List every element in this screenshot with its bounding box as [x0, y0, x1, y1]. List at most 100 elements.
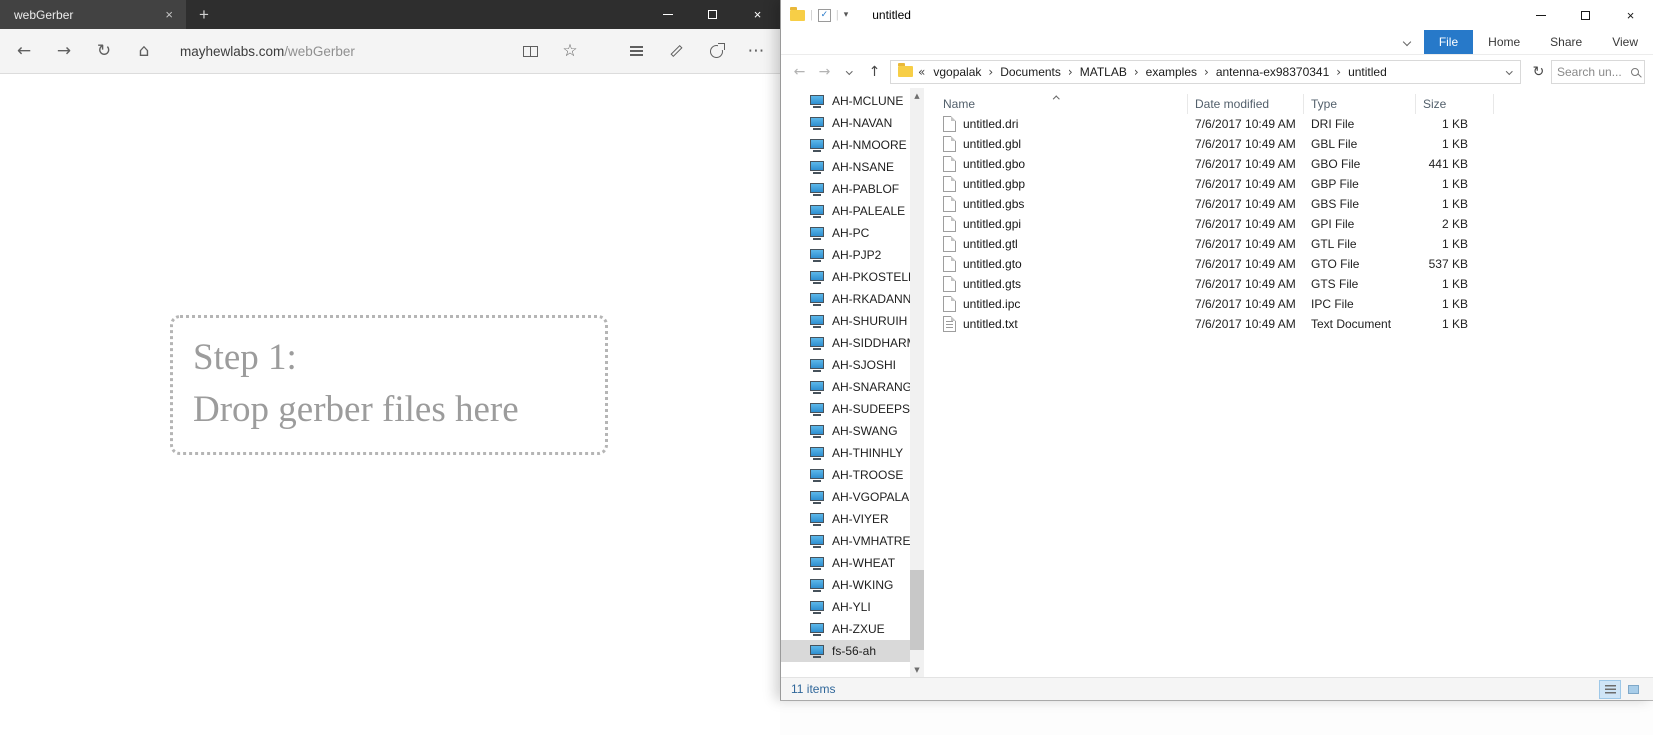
tree-item[interactable]: AH-SUDEEPSH — [781, 398, 910, 420]
browser-close-button[interactable]: × — [735, 0, 780, 29]
ribbon-tab[interactable]: Share — [1535, 30, 1597, 54]
more-button[interactable]: ⋯ — [736, 31, 776, 71]
tree-item[interactable]: AH-WKING — [781, 574, 910, 596]
file-name: untitled.gbl — [963, 137, 1021, 151]
file-row[interactable]: untitled.txt 7/6/2017 10:49 AM Text Docu… — [936, 314, 1653, 334]
breadcrumb-bar[interactable]: « vgopalak › Documents › MATLAB › exampl… — [890, 60, 1521, 84]
details-view-button[interactable] — [1600, 681, 1620, 698]
gerber-dropzone[interactable]: Step 1: Drop gerber files here — [170, 315, 608, 455]
ribbon-tab[interactable]: Home — [1473, 30, 1535, 54]
file-row[interactable]: untitled.gpi 7/6/2017 10:49 AM GPI File … — [936, 214, 1653, 234]
nav-forward-button[interactable]: → — [812, 59, 837, 84]
computer-icon — [809, 139, 825, 152]
file-size: 1 KB — [1416, 297, 1494, 311]
tree-item[interactable]: AH-PALEALE — [781, 200, 910, 222]
home-button[interactable]: ⌂ — [124, 31, 164, 71]
browser-minimize-button[interactable] — [645, 0, 690, 29]
tree-item[interactable]: AH-VMHATRE — [781, 530, 910, 552]
refresh-button[interactable]: ↻ — [84, 31, 124, 71]
address-bar[interactable]: mayhewlabs.com/webGerber — [164, 44, 510, 59]
breadcrumb-item[interactable]: untitled — [1345, 63, 1390, 81]
column-header-name[interactable]: Name — [936, 94, 1188, 114]
tree-item[interactable]: AH-SIDDHARM1 — [781, 332, 910, 354]
file-row[interactable]: untitled.gts 7/6/2017 10:49 AM GTS File … — [936, 274, 1653, 294]
file-row[interactable]: untitled.ipc 7/6/2017 10:49 AM IPC File … — [936, 294, 1653, 314]
file-row[interactable]: untitled.gbp 7/6/2017 10:49 AM GBP File … — [936, 174, 1653, 194]
scroll-up-button[interactable]: ▲ — [910, 88, 924, 103]
tree-item[interactable]: AH-VGOPALAK — [781, 486, 910, 508]
tree-item[interactable]: AH-TROOSE — [781, 464, 910, 486]
new-tab-button[interactable]: + — [186, 0, 222, 29]
file-row[interactable]: untitled.gto 7/6/2017 10:49 AM GTO File … — [936, 254, 1653, 274]
tree-item[interactable]: AH-PJP2 — [781, 244, 910, 266]
folder-icon[interactable] — [790, 10, 805, 21]
tree-item[interactable]: AH-PKOSTELE — [781, 266, 910, 288]
forward-button[interactable]: → — [44, 31, 84, 71]
ribbon-tab[interactable]: View — [1597, 30, 1653, 54]
tree-item[interactable]: AH-NMOORE — [781, 134, 910, 156]
tree-item[interactable]: fs-56-ah — [781, 640, 910, 662]
address-dropdown-button[interactable] — [1502, 69, 1517, 74]
tree-item[interactable]: AH-SJOSHI — [781, 354, 910, 376]
nav-up-button[interactable]: ↑ — [862, 59, 887, 84]
tree-item[interactable]: AH-MCLUNE — [781, 90, 910, 112]
tree-item-label: AH-TROOSE — [832, 468, 903, 482]
tab-webgerber[interactable]: webGerber × — [0, 0, 186, 29]
web-note-button[interactable] — [656, 31, 696, 71]
favorite-star-button[interactable]: ☆ — [550, 31, 590, 71]
explorer-minimize-button[interactable] — [1518, 0, 1563, 30]
breadcrumb-item[interactable]: examples — [1143, 63, 1200, 81]
browser-maximize-button[interactable] — [690, 0, 735, 29]
large-icons-view-button[interactable] — [1623, 681, 1643, 698]
tree-item[interactable]: AH-SWANG — [781, 420, 910, 442]
back-button[interactable]: ← — [4, 31, 44, 71]
recent-locations-dropdown[interactable] — [837, 59, 862, 84]
nav-back-button[interactable]: ← — [787, 59, 812, 84]
tree-item[interactable]: AH-ZXUE — [781, 618, 910, 640]
breadcrumb-item[interactable]: antenna-ex98370341 — [1213, 63, 1332, 81]
file-date-modified: 7/6/2017 10:49 AM — [1188, 137, 1304, 151]
breadcrumb-item[interactable]: vgopalak — [930, 63, 984, 81]
file-row[interactable]: untitled.gbs 7/6/2017 10:49 AM GBS File … — [936, 194, 1653, 214]
tree-item[interactable]: AH-NSANE — [781, 156, 910, 178]
breadcrumb-overflow[interactable]: « — [918, 65, 925, 79]
file-name: untitled.gts — [963, 277, 1021, 291]
explorer-main: AH-MCLUNE AH-NAVAN AH-NMOORE — [781, 88, 1653, 677]
tree-item[interactable]: AH-WHEAT — [781, 552, 910, 574]
file-row[interactable]: untitled.gtl 7/6/2017 10:49 AM GTL File … — [936, 234, 1653, 254]
scroll-thumb[interactable] — [910, 570, 924, 650]
breadcrumb-item[interactable]: MATLAB — [1077, 63, 1130, 81]
ribbon-minimize-button[interactable] — [1404, 30, 1424, 54]
tree-item[interactable]: AH-SHURUIH — [781, 310, 910, 332]
file-name: untitled.gpi — [963, 217, 1021, 231]
tree-item[interactable]: AH-YLI — [781, 596, 910, 618]
tree-scrollbar[interactable]: ▲ ▼ — [910, 88, 924, 677]
tree-item[interactable]: AH-SNARANG — [781, 376, 910, 398]
search-box[interactable] — [1551, 60, 1645, 84]
file-row[interactable]: untitled.gbo 7/6/2017 10:49 AM GBO File … — [936, 154, 1653, 174]
file-row[interactable]: untitled.dri 7/6/2017 10:49 AM DRI File … — [936, 114, 1653, 134]
tree-item[interactable]: AH-VIYER — [781, 508, 910, 530]
explorer-maximize-button[interactable] — [1563, 0, 1608, 30]
qat-customize-button[interactable]: ▾ — [844, 10, 849, 20]
scroll-down-button[interactable]: ▼ — [910, 662, 924, 677]
column-header-date-modified[interactable]: Date modified — [1188, 94, 1304, 114]
column-header-size[interactable]: Size — [1416, 94, 1494, 114]
tree-item[interactable]: AH-PABLOF — [781, 178, 910, 200]
tab-close-icon[interactable]: × — [160, 5, 178, 24]
explorer-close-button[interactable]: × — [1608, 0, 1653, 30]
search-input[interactable] — [1557, 65, 1628, 79]
reading-view-button[interactable] — [510, 31, 550, 71]
share-button[interactable] — [696, 31, 736, 71]
refresh-button[interactable]: ↻ — [1526, 59, 1551, 84]
ribbon-tab[interactable]: File — [1424, 30, 1473, 54]
file-row[interactable]: untitled.gbl 7/6/2017 10:49 AM GBL File … — [936, 134, 1653, 154]
tree-item[interactable]: AH-PC — [781, 222, 910, 244]
tree-item[interactable]: AH-THINHLY — [781, 442, 910, 464]
tree-item[interactable]: AH-NAVAN — [781, 112, 910, 134]
column-header-type[interactable]: Type — [1304, 94, 1416, 114]
tree-item[interactable]: AH-RKADANNA — [781, 288, 910, 310]
qat-check-button[interactable]: ✓ — [818, 9, 831, 22]
breadcrumb-item[interactable]: Documents — [997, 63, 1064, 81]
hub-button[interactable] — [616, 31, 656, 71]
